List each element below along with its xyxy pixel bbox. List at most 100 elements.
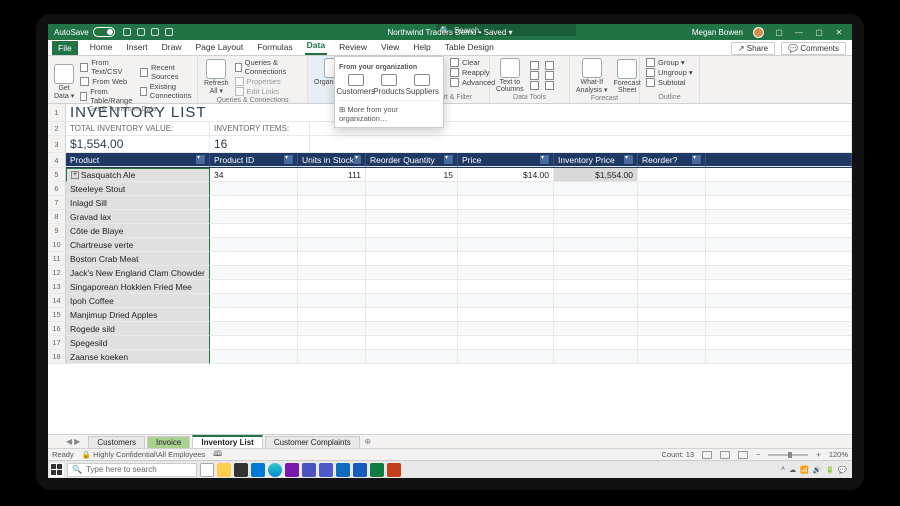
avatar-icon[interactable]	[753, 27, 764, 38]
cell-reorder[interactable]	[638, 252, 706, 266]
row-header[interactable]: 13	[48, 280, 66, 294]
cell-reorder[interactable]	[638, 280, 706, 294]
action-center-icon[interactable]: 💬	[838, 466, 847, 474]
inv-items-label[interactable]: INVENTORY ITEMS:	[210, 122, 310, 136]
tab-home[interactable]: Home	[88, 40, 115, 55]
comments-button[interactable]: 💬 Comments	[781, 42, 846, 55]
cell-product[interactable]: Jack's New England Clam Chowder	[66, 266, 210, 280]
file-explorer-icon[interactable]	[217, 463, 231, 477]
cell-product[interactable]: Rogede sild	[66, 322, 210, 336]
cell-reorder[interactable]	[638, 238, 706, 252]
cell-inv-price[interactable]	[554, 350, 638, 364]
table-row[interactable]: 8Gravad lax	[48, 210, 852, 224]
tab-view[interactable]: View	[379, 40, 401, 55]
worksheet[interactable]: 1 INVENTORY LIST 2 TOTAL INVENTORY VALUE…	[48, 104, 852, 434]
more-datatypes[interactable]: ⊞ More from your organization…	[339, 100, 439, 123]
start-button[interactable]	[50, 463, 64, 477]
ribbon-display-button[interactable]: ▢	[774, 28, 784, 37]
cell-reorder-qty[interactable]	[366, 196, 458, 210]
datatype-customers[interactable]: Customers	[340, 74, 372, 96]
cell-inv-price[interactable]	[554, 182, 638, 196]
cell-reorder-qty[interactable]	[366, 322, 458, 336]
system-tray[interactable]: ˄ ☁ 📶 🔊 🔋 💬	[781, 466, 850, 474]
cell-product-id[interactable]	[210, 196, 298, 210]
col-product[interactable]: Product	[66, 153, 210, 167]
cell-product-id[interactable]	[210, 182, 298, 196]
tab-table-design[interactable]: Table Design	[443, 40, 496, 55]
cell-stock[interactable]	[298, 308, 366, 322]
outlook-icon[interactable]	[336, 463, 350, 477]
cell-reorder[interactable]	[638, 322, 706, 336]
zoom-slider[interactable]	[768, 454, 808, 456]
table-row[interactable]: 5+Sasquatch Ale3411115$14.00$1,554.00	[48, 168, 852, 182]
edge-icon[interactable]	[268, 463, 282, 477]
reapply-filter[interactable]: Reapply	[450, 68, 495, 77]
cell-product[interactable]: Gravad lax	[66, 210, 210, 224]
normal-view-button[interactable]	[702, 451, 712, 459]
cell-inv-price[interactable]	[554, 322, 638, 336]
expand-icon[interactable]: +	[71, 171, 79, 179]
cell-reorder-qty[interactable]	[366, 238, 458, 252]
sheet-nav-prev[interactable]: ◀	[66, 437, 72, 446]
cell-reorder-qty[interactable]	[366, 252, 458, 266]
recent-sources[interactable]: Recent Sources	[140, 63, 194, 81]
powerpoint-icon[interactable]	[387, 463, 401, 477]
text-to-columns[interactable]: Text to Columns	[496, 58, 524, 93]
row-header[interactable]: 2	[48, 122, 66, 136]
minimize-button[interactable]: —	[794, 28, 804, 37]
cell-product-id[interactable]	[210, 266, 298, 280]
cell-reorder-qty[interactable]	[366, 266, 458, 280]
cell-reorder-qty[interactable]	[366, 294, 458, 308]
cell-inv-price[interactable]	[554, 196, 638, 210]
cell-reorder[interactable]	[638, 224, 706, 238]
cell-inv-price[interactable]	[554, 280, 638, 294]
row-header[interactable]: 3	[48, 136, 66, 153]
cell-stock[interactable]	[298, 224, 366, 238]
forecast-sheet-button[interactable]: Forecast Sheet	[614, 59, 641, 94]
tab-help[interactable]: Help	[411, 40, 432, 55]
ungroup-rows[interactable]: Ungroup ▾	[646, 68, 693, 77]
mail-icon[interactable]	[251, 463, 265, 477]
table-row[interactable]: 9Côte de Blaye	[48, 224, 852, 238]
cell-inv-price[interactable]	[554, 224, 638, 238]
cell-product[interactable]: Zaanse koeken	[66, 350, 210, 364]
cell-stock[interactable]	[298, 266, 366, 280]
cell-product[interactable]: Ipoh Coffee	[66, 294, 210, 308]
sheet-tab-invoice[interactable]: Invoice	[147, 436, 190, 448]
page-break-button[interactable]	[738, 451, 748, 459]
sheet-nav-next[interactable]: ▶	[74, 437, 80, 446]
cell-price[interactable]	[458, 224, 554, 238]
page-layout-button[interactable]	[720, 451, 730, 459]
row-header[interactable]: 8	[48, 210, 66, 224]
onenote-icon[interactable]	[285, 463, 299, 477]
col-inv-price[interactable]: Inventory Price	[554, 153, 638, 167]
share-button[interactable]: ↗ Share	[731, 42, 775, 55]
tab-file[interactable]: File	[52, 41, 78, 55]
cell-stock[interactable]: 111	[298, 168, 366, 182]
cell-price[interactable]	[458, 210, 554, 224]
cell-reorder-qty[interactable]	[366, 210, 458, 224]
cell-stock[interactable]	[298, 350, 366, 364]
cell-inv-price[interactable]	[554, 308, 638, 322]
row-header[interactable]: 16	[48, 322, 66, 336]
edit-links[interactable]: Edit Links	[235, 87, 301, 96]
table-row[interactable]: 15Manjimup Dried Apples	[48, 308, 852, 322]
todo-icon[interactable]	[319, 463, 333, 477]
close-button[interactable]: ✕	[834, 28, 844, 37]
row-header[interactable]: 6	[48, 182, 66, 196]
cell-product[interactable]: Inlagd Sill	[66, 196, 210, 210]
cell-reorder[interactable]	[638, 168, 706, 182]
cell-reorder[interactable]	[638, 196, 706, 210]
sensitivity-label[interactable]: 🔒 Highly Confidential\All Employees	[82, 450, 206, 459]
cell-inv-price[interactable]: $1,554.00	[554, 168, 638, 182]
cell-product[interactable]: +Sasquatch Ale	[66, 168, 210, 182]
row-header[interactable]: 12	[48, 266, 66, 280]
cell-stock[interactable]	[298, 322, 366, 336]
toggle-pill-icon[interactable]	[93, 27, 115, 37]
row-header[interactable]: 14	[48, 294, 66, 308]
queries-connections[interactable]: Queries & Connections	[235, 58, 301, 76]
teams-icon[interactable]	[302, 463, 316, 477]
tab-draw[interactable]: Draw	[160, 40, 184, 55]
cell-reorder[interactable]	[638, 210, 706, 224]
cell-product[interactable]: Manjimup Dried Apples	[66, 308, 210, 322]
